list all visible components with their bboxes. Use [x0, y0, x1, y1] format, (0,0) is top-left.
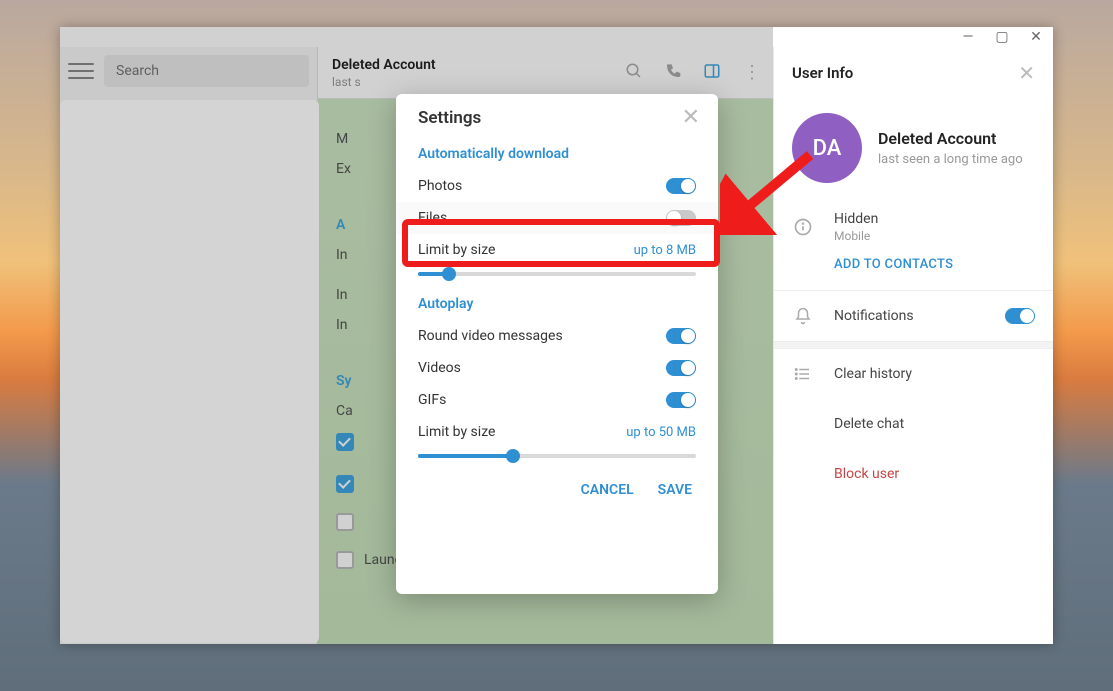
window-controls: — ▢ ✕: [951, 27, 1053, 47]
user-name: Deleted Account: [878, 129, 1023, 148]
info-icon: [792, 216, 814, 238]
call-icon[interactable]: [665, 63, 681, 83]
gifs-label: GIFs: [418, 392, 446, 408]
modal-title: Settings: [418, 108, 481, 128]
round-video-toggle[interactable]: [666, 328, 696, 344]
menu-icon[interactable]: [68, 61, 94, 81]
notifications-label: Notifications: [834, 308, 914, 324]
notifications-toggle[interactable]: [1005, 308, 1035, 324]
checkbox[interactable]: [336, 551, 354, 569]
maximize-button[interactable]: ▢: [993, 29, 1011, 45]
save-button[interactable]: SAVE: [658, 482, 692, 498]
limit-label-2: Limit by size: [418, 424, 495, 440]
chat-header: Deleted Account last s ⋮: [318, 47, 773, 99]
user-info-title: User Info: [792, 64, 853, 82]
round-video-label: Round video messages: [418, 328, 563, 344]
photos-label: Photos: [418, 178, 462, 194]
section-autoplay: Autoplay: [396, 282, 718, 320]
search-icon[interactable]: [625, 62, 643, 84]
user-info-panel: User Info ✕ DA Deleted Account last seen…: [773, 47, 1053, 644]
list-icon: [792, 363, 814, 385]
limit-label: Limit by size: [418, 242, 495, 258]
checkbox[interactable]: [336, 433, 354, 451]
checkbox[interactable]: [336, 513, 354, 531]
download-size-slider[interactable]: [418, 272, 696, 276]
videos-toggle[interactable]: [666, 360, 696, 376]
sidebar-toggle-icon[interactable]: [703, 62, 721, 84]
modal-close-icon[interactable]: ✕: [682, 111, 700, 125]
last-seen: last seen a long time ago: [878, 152, 1023, 167]
files-toggle[interactable]: [666, 210, 696, 226]
clear-history-button[interactable]: Clear history: [834, 366, 912, 382]
blank-panel: [60, 100, 319, 643]
block-user-button[interactable]: Block user: [834, 466, 899, 482]
photos-toggle[interactable]: [666, 178, 696, 194]
limit-value-2: up to 50 MB: [626, 425, 696, 440]
phone-label: Mobile: [834, 229, 878, 243]
minimize-button[interactable]: —: [959, 29, 977, 45]
delete-chat-button[interactable]: Delete chat: [834, 416, 904, 432]
chat-subtitle: last s: [332, 75, 436, 89]
limit-value-1: up to 8 MB: [634, 243, 696, 258]
close-icon[interactable]: ✕: [1018, 61, 1035, 85]
add-to-contacts-button[interactable]: ADD TO CONTACTS: [774, 249, 1053, 290]
videos-label: Videos: [418, 360, 461, 376]
gifs-toggle[interactable]: [666, 392, 696, 408]
phone-hidden: Hidden: [834, 211, 878, 227]
more-icon[interactable]: ⋮: [743, 62, 759, 83]
search-input[interactable]: [104, 55, 309, 87]
checkbox[interactable]: [336, 475, 354, 493]
avatar: DA: [792, 113, 862, 183]
cancel-button[interactable]: CANCEL: [581, 482, 634, 498]
files-label: Files: [418, 210, 447, 226]
settings-modal: Settings ✕ Automatically download Photos…: [396, 94, 718, 594]
window-close-button[interactable]: ✕: [1027, 29, 1045, 45]
autoplay-size-slider[interactable]: [418, 454, 696, 458]
chat-title: Deleted Account: [332, 57, 436, 73]
section-auto-download: Automatically download: [396, 132, 718, 170]
bell-icon: [792, 305, 814, 327]
